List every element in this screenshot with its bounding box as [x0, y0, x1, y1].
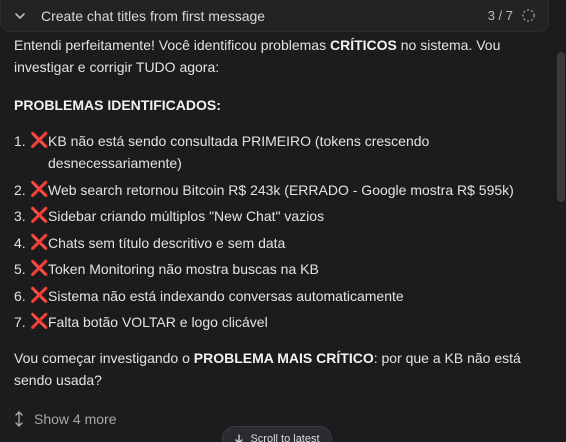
cross-mark-icon: ❌	[30, 286, 49, 304]
cross-mark-icon: ❌	[30, 233, 49, 251]
assistant-message: Entendi perfeitamente! Você identificou …	[14, 32, 554, 391]
task-title: Create chat titles from first message	[41, 7, 266, 24]
chat-panel: Create chat titles from first message 3 …	[0, 0, 566, 442]
cross-mark-icon: ❌	[30, 207, 49, 224]
intro-paragraph: Entendi perfeitamente! Você identificou …	[14, 37, 501, 75]
cross-mark-icon: ❌	[30, 132, 49, 149]
list-item: 3. ❌ Sidebar criando múltiplos "New Chat" …	[14, 205, 554, 227]
expand-vertical-icon	[12, 411, 26, 427]
cross-mark-icon: ❌	[30, 180, 49, 198]
problem-list: 1. ❌ KB não está sendo consultada PRIMEIRO…	[14, 130, 554, 333]
scroll-to-latest-button[interactable]: Scroll to latest	[222, 426, 332, 442]
cross-mark-icon: ❌	[30, 313, 49, 330]
list-item: 5. ❌ Token Monitoring não mostra buscas na…	[14, 258, 554, 280]
arrow-down-icon	[234, 434, 244, 442]
show-more-label: Show 4 more	[34, 411, 117, 427]
cross-mark-icon: ❌	[30, 260, 49, 277]
scrollbar-thumb[interactable]	[557, 52, 565, 202]
scroll-to-latest-label: Scroll to latest	[250, 433, 320, 442]
task-progress-counter: 3 / 7	[487, 8, 513, 23]
list-item: 4. ❌ Chats sem título descritivo e sem dat…	[14, 232, 554, 254]
task-progress-bar[interactable]: Create chat titles from first message 3 …	[0, 0, 549, 32]
list-item: 2. ❌ Web search retornou Bitcoin R$ 243k (…	[14, 179, 554, 201]
show-more-button[interactable]: Show 4 more	[12, 408, 116, 430]
chevron-down-icon[interactable]	[13, 9, 27, 23]
section-heading: PROBLEMAS IDENTIFICADOS:	[14, 97, 221, 113]
list-item: 1. ❌ KB não está sendo consultada PRIMEIRO…	[14, 130, 554, 174]
scrollbar[interactable]	[556, 0, 566, 442]
closing-paragraph: Vou começar investigando o PROBLEMA MAIS…	[14, 350, 521, 388]
loading-spinner-icon	[521, 8, 536, 23]
list-item: 6. ❌ Sistema não está indexando conversas …	[14, 285, 554, 307]
list-item: 7. ❌ Falta botão VOLTAR e logo clicável	[14, 311, 554, 333]
